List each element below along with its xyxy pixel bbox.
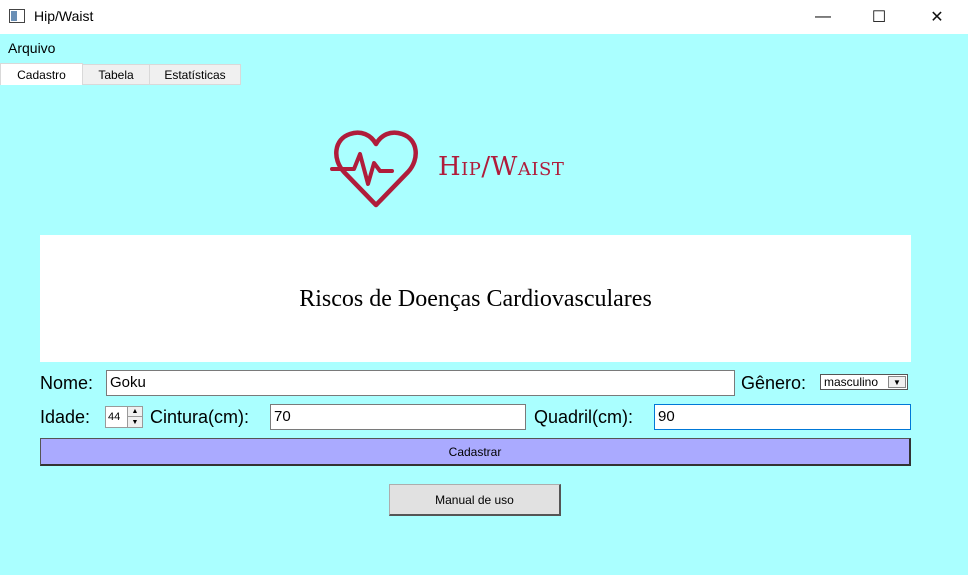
minimize-button[interactable]: —: [800, 0, 846, 34]
manual-button[interactable]: Manual de uso: [389, 484, 561, 516]
cadastrar-button[interactable]: Cadastrar: [40, 438, 911, 466]
title-bar: Hip/Waist — ☐ ✕: [0, 0, 968, 34]
menu-arquivo[interactable]: Arquivo: [8, 40, 55, 56]
banner-title: Riscos de Doenças Cardiovasculares: [299, 286, 652, 312]
genero-label: Gênero:: [741, 373, 807, 393]
app-window-icon: [9, 9, 25, 23]
heart-pulse-icon: [330, 130, 418, 208]
spin-down-icon[interactable]: ▼: [128, 417, 142, 427]
nome-input[interactable]: Goku: [106, 370, 735, 396]
main-window-client: Arquivo Cadastro Tabela Estatísticas Hip…: [0, 34, 968, 575]
idade-spinbox[interactable]: 44 ▲ ▼: [105, 406, 143, 428]
idade-value[interactable]: 44: [108, 411, 120, 423]
idade-label: Idade:: [40, 407, 91, 427]
logo-text: Hip/Waist: [438, 152, 565, 182]
cintura-input[interactable]: 70: [270, 404, 526, 430]
window-title: Hip/Waist: [34, 8, 94, 24]
spin-buttons: ▲ ▼: [127, 407, 142, 427]
tab-estatisticas[interactable]: Estatísticas: [149, 64, 241, 85]
close-button[interactable]: ✕: [914, 0, 960, 34]
genero-select-value: masculino: [824, 375, 879, 389]
cintura-label: Cintura(cm):: [150, 407, 250, 427]
genero-select[interactable]: masculino ▼: [820, 374, 908, 390]
banner: Riscos de Doenças Cardiovasculares: [40, 235, 911, 362]
quadril-input[interactable]: 90: [654, 404, 911, 430]
maximize-button[interactable]: ☐: [856, 0, 902, 34]
tab-cadastro[interactable]: Cadastro: [0, 63, 83, 85]
nome-label: Nome:: [40, 373, 94, 393]
chevron-down-icon[interactable]: ▼: [888, 376, 906, 388]
quadril-label: Quadril(cm):: [534, 407, 634, 427]
tab-tabela[interactable]: Tabela: [82, 64, 150, 85]
spin-up-icon[interactable]: ▲: [128, 407, 142, 417]
